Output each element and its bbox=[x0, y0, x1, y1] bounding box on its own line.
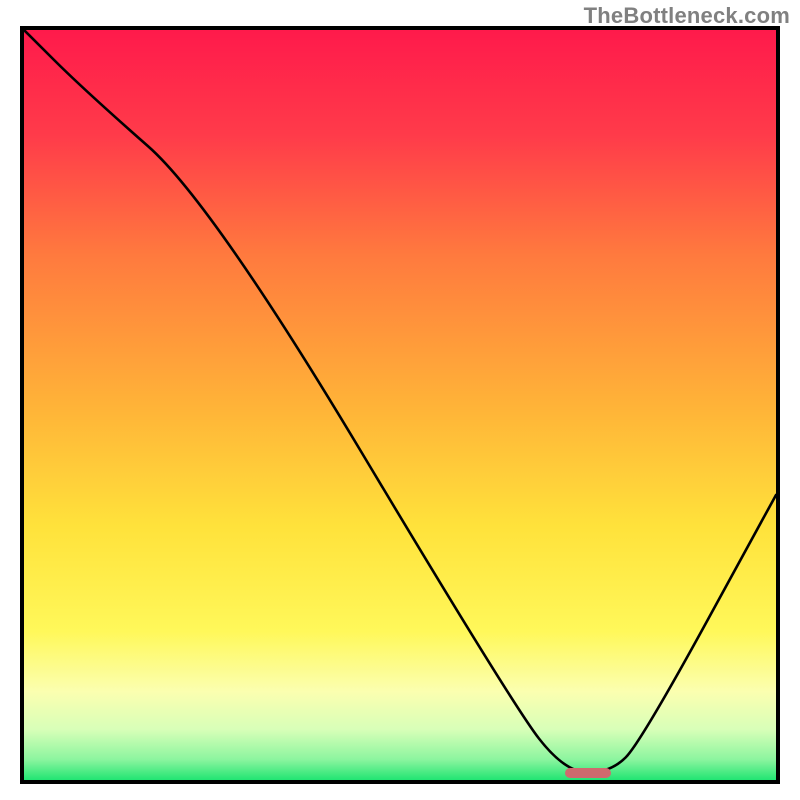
bottleneck-curve-path bbox=[24, 30, 776, 773]
curve-layer bbox=[24, 30, 776, 780]
chart-container: TheBottleneck.com bbox=[0, 0, 800, 800]
watermark-text: TheBottleneck.com bbox=[584, 3, 790, 29]
plot-area bbox=[20, 26, 780, 784]
optimal-marker bbox=[565, 768, 610, 778]
